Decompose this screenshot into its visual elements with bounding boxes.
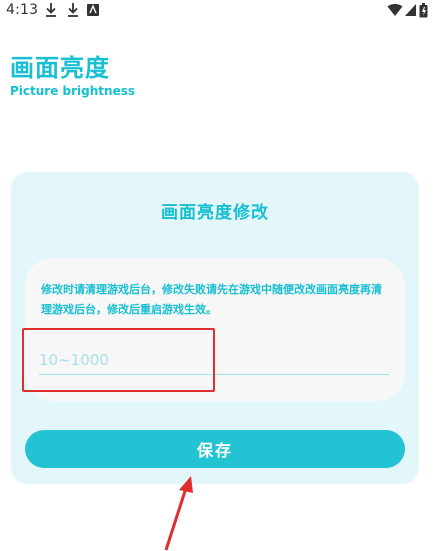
download-icon (46, 3, 56, 17)
status-time: 4:13 (6, 2, 39, 18)
download-icon (68, 3, 78, 17)
app-notification-icon (87, 4, 99, 16)
page-subtitle: Picture brightness (10, 84, 135, 98)
wifi-icon (387, 4, 403, 17)
highlight-box (22, 328, 215, 392)
battery-icon (419, 3, 428, 18)
signal-icon (405, 4, 416, 16)
save-button[interactable]: 保存 (25, 430, 405, 468)
hint-text: 修改时请清理游戏后台，修改失败请先在游戏中随便改改画面亮度再清理游戏后台，修改后… (41, 283, 382, 316)
page-title: 画面亮度 (10, 54, 110, 82)
status-bar: 4:13 (0, 0, 434, 22)
arrow-icon (164, 476, 193, 551)
card-title: 画面亮度修改 (161, 203, 269, 223)
